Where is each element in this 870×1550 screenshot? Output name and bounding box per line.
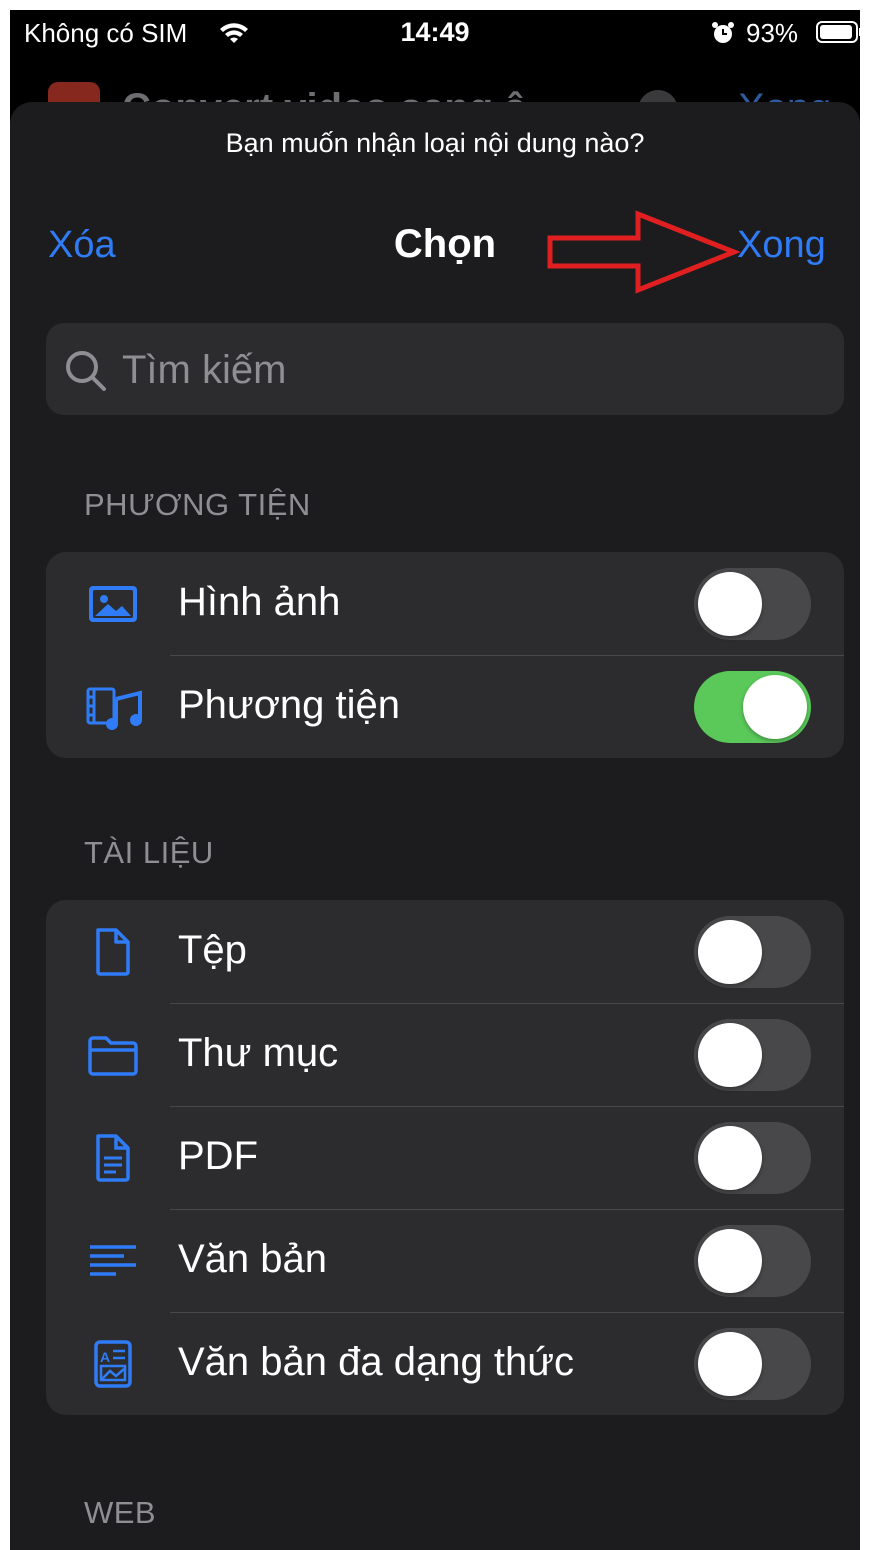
row-divider	[170, 1106, 844, 1107]
content-type-group: Tệp Thư mục PDF Văn bản A Văn bản đa dạng thứ…	[46, 900, 844, 1415]
rich-text-icon: A	[86, 1338, 140, 1390]
red-arrow-annotation	[547, 210, 741, 294]
battery-percentage: 93%	[746, 18, 799, 48]
row-divider	[170, 1209, 844, 1210]
file-icon	[86, 926, 140, 978]
content-type-row[interactable]: Tệp	[46, 900, 844, 1003]
toggle-knob	[698, 920, 762, 984]
toggle-knob	[743, 675, 807, 739]
toggle-switch[interactable]	[694, 1122, 811, 1194]
row-label: PDF	[178, 1134, 258, 1178]
toggle-switch[interactable]	[694, 1328, 811, 1400]
row-label: Tệp	[178, 928, 247, 972]
row-label: Văn bản đa dạng thức	[178, 1340, 574, 1384]
status-bar: Không có SIM 14:49 93%	[10, 10, 860, 58]
row-divider	[170, 1003, 844, 1004]
toggle-knob	[698, 572, 762, 636]
content-type-group: Hình ảnh Phương tiện	[46, 552, 844, 758]
toggle-knob	[698, 1023, 762, 1087]
toggle-switch[interactable]	[694, 1225, 811, 1297]
sheet-prompt: Bạn muốn nhận loại nội dung nào?	[225, 128, 645, 158]
svg-text:A: A	[100, 1349, 110, 1365]
done-button[interactable]: Xong	[737, 224, 826, 267]
section-header: WEB	[84, 1495, 157, 1530]
photo-icon	[86, 578, 140, 630]
row-label: Hình ảnh	[178, 580, 341, 624]
row-label: Thư mục	[178, 1031, 339, 1075]
toggle-switch[interactable]	[694, 916, 811, 988]
content-type-row[interactable]: A Văn bản đa dạng thức	[46, 1312, 844, 1415]
pdf-document-icon	[86, 1132, 140, 1184]
folder-icon	[86, 1029, 140, 1081]
section-header: TÀI LIỆU	[84, 835, 214, 870]
row-label: Văn bản	[178, 1237, 328, 1281]
toggle-switch[interactable]	[694, 671, 811, 743]
search-bar[interactable]	[46, 323, 844, 415]
row-divider	[170, 1312, 844, 1313]
section-header: PHƯƠNG TIỆN	[84, 487, 311, 522]
battery-icon	[816, 21, 860, 43]
toggle-knob	[698, 1229, 762, 1293]
media-icon	[86, 681, 142, 733]
content-type-row[interactable]: Hình ảnh	[46, 552, 844, 655]
toggle-knob	[698, 1126, 762, 1190]
text-lines-icon	[86, 1235, 140, 1287]
toggle-switch[interactable]	[694, 568, 811, 640]
content-type-row[interactable]: PDF	[46, 1106, 844, 1209]
row-divider	[170, 655, 844, 656]
content-type-row[interactable]: Văn bản	[46, 1209, 844, 1312]
search-icon	[64, 349, 108, 398]
alarm-icon	[710, 20, 736, 51]
content-type-sheet: Bạn muốn nhận loại nội dung nào? Xóa Chọ…	[10, 102, 860, 1550]
toggle-knob	[698, 1332, 762, 1396]
search-input[interactable]	[120, 341, 814, 399]
row-label: Phương tiện	[178, 683, 401, 727]
content-type-row[interactable]: Thư mục	[46, 1003, 844, 1106]
toggle-switch[interactable]	[694, 1019, 811, 1091]
phone-screen: Không có SIM 14:49 93% Convert video san…	[10, 10, 860, 1550]
content-type-row[interactable]: Phương tiện	[46, 655, 844, 758]
